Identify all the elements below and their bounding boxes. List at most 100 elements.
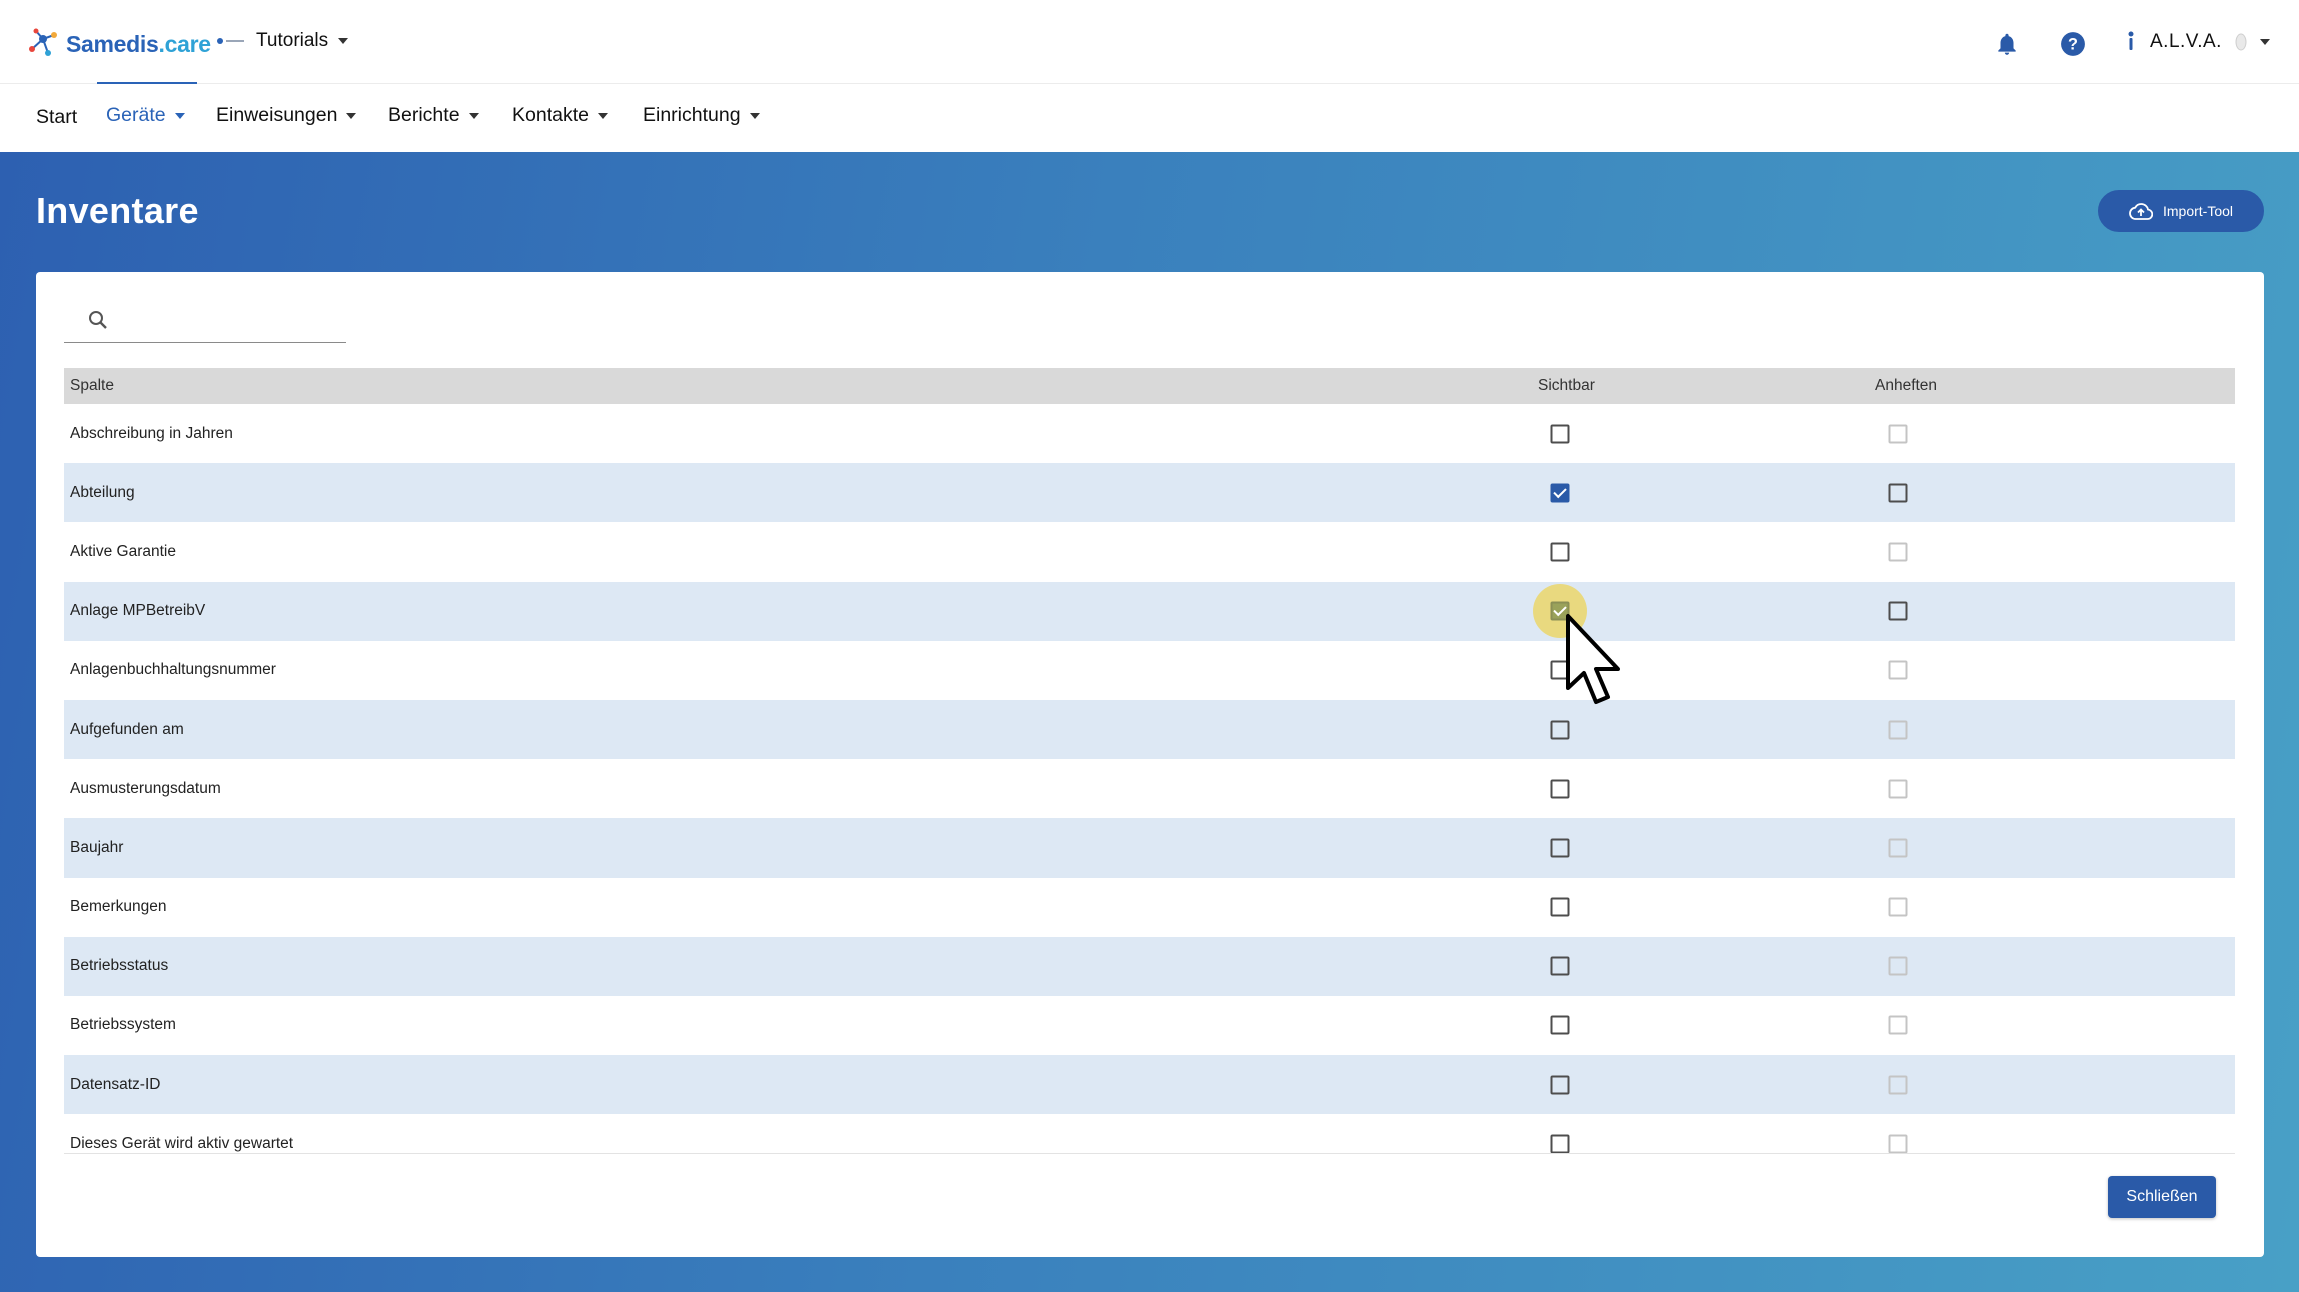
column-name: Abteilung [70,483,135,501]
pin-checkbox [1888,838,1908,858]
svg-text:?: ? [2068,35,2078,53]
visible-checkbox[interactable] [1550,542,1570,562]
pin-checkbox[interactable] [1888,483,1908,503]
user-name: A.L.V.A. [2150,31,2222,52]
user-menu[interactable]: A.L.V.A. [2124,30,2270,54]
search-input[interactable] [120,305,340,337]
bell-icon[interactable] [1994,31,2020,57]
import-tool-label: Import-Tool [2162,203,2234,219]
pin-checkbox [1888,424,1908,444]
tenant-logo-icon [217,38,244,44]
table-body: Abschreibung in Jahren Abteilung Aktive Ga… [64,404,2235,1153]
table-row: Anlagenbuchhaltungsnummer [64,641,2235,700]
visible-checkbox[interactable] [1550,838,1570,858]
header-column: Spalte [70,377,114,394]
table-row: Abschreibung in Jahren [64,404,2235,463]
nav-item-einweisungen[interactable]: Einweisungen [216,104,357,127]
nav-label: Berichte [388,104,460,126]
tenant-selector[interactable]: Tutorials [216,30,349,52]
pin-checkbox [1888,1015,1908,1035]
chevron-down-icon [2259,39,2270,45]
header-visible: Sichtbar [1538,377,1595,394]
column-name: Abschreibung in Jahren [70,424,233,442]
main-nav: Start Geräte Einweisungen Berichte Konta… [0,84,2299,152]
nav-label: Einrichtung [643,104,741,126]
tenant-name: Tutorials [256,30,329,51]
chevron-down-icon [346,112,357,119]
close-button-label: Schließen [2126,1188,2198,1205]
nav-item-kontakte[interactable]: Kontakte [512,104,608,127]
visible-checkbox[interactable] [1550,897,1570,917]
help-icon[interactable]: ? [2060,31,2086,57]
column-settings-dialog: Spalte Sichtbar Anheften Abschreibung in… [36,272,2264,1257]
user-badge-icon [2235,33,2247,51]
pin-checkbox [1888,1134,1908,1153]
search-icon [89,311,107,329]
table-row: Baujahr [64,818,2235,878]
table-row: Ausmusterungsdatum [64,759,2235,818]
visible-checkbox[interactable] [1550,779,1570,799]
samedis-logo[interactable]: Samedis.care [26,26,211,62]
page-title: Inventare [36,190,199,231]
logo-mark-icon [29,28,57,56]
columns-table: Spalte Sichtbar Anheften Abschreibung in… [64,368,2235,1154]
pin-checkbox [1888,779,1908,799]
header-pin: Anheften [1875,377,1938,394]
visible-checkbox[interactable] [1550,483,1570,503]
column-name: Baujahr [70,838,124,856]
import-tool-button[interactable]: Import-Tool [2098,190,2264,232]
chevron-down-icon [338,38,349,44]
column-name: Bemerkungen [70,898,167,916]
visible-checkbox[interactable] [1550,424,1570,444]
nav-item-start[interactable]: Start [36,106,77,129]
pin-checkbox [1888,1075,1908,1095]
nav-label: Geräte [106,104,166,126]
column-name: Anlage MPBetreibV [70,602,206,620]
table-row: Bemerkungen [64,878,2235,937]
pin-checkbox [1888,660,1908,680]
column-name: Datensatz-ID [70,1075,161,1093]
nav-item-einrichtung[interactable]: Einrichtung [643,104,760,127]
nav-label: Einweisungen [216,104,338,126]
pin-checkbox [1888,956,1908,976]
search-field [64,299,346,343]
visible-checkbox[interactable] [1550,601,1570,621]
visible-checkbox[interactable] [1550,660,1570,680]
logo-text: Samedis.care [66,30,211,57]
cloud-upload-icon [2129,203,2153,220]
table-row: Datensatz-ID [64,1055,2235,1115]
chevron-down-icon [468,112,479,119]
table-row: Dieses Gerät wird aktiv gewartet [64,1114,2235,1153]
table-header: Spalte Sichtbar Anheften [64,368,2235,404]
close-button[interactable]: Schließen [2108,1176,2216,1218]
column-name: Aktive Garantie [70,542,176,560]
column-name: Dieses Gerät wird aktiv gewartet [70,1134,294,1152]
pin-checkbox [1888,897,1908,917]
visible-checkbox[interactable] [1550,1015,1570,1035]
table-row: Aktive Garantie [64,522,2235,581]
visible-checkbox[interactable] [1550,1075,1570,1095]
pin-checkbox [1888,720,1908,740]
user-avatar-icon [2128,31,2134,50]
column-name: Aufgefunden am [70,720,184,738]
chevron-down-icon [749,112,760,119]
visible-checkbox[interactable] [1550,720,1570,740]
active-nav-indicator [97,82,197,84]
column-name: Anlagenbuchhaltungsnummer [70,661,276,679]
column-name: Betriebssystem [70,1016,176,1034]
nav-item-geraete[interactable]: Geräte [106,104,185,127]
pin-checkbox[interactable] [1888,601,1908,621]
chevron-down-icon [597,112,608,119]
column-name: Betriebsstatus [70,957,169,975]
visible-checkbox[interactable] [1550,956,1570,976]
table-row: Anlage MPBetreibV [64,581,2235,641]
top-header: Samedis.care Tutorials ? A.L.V.A. [0,0,2299,84]
table-row: Betriebsstatus [64,936,2235,996]
nav-label: Kontakte [512,104,589,126]
nav-item-berichte[interactable]: Berichte [388,104,479,127]
table-row: Abteilung [64,463,2235,523]
column-name: Ausmusterungsdatum [70,779,221,797]
visible-checkbox[interactable] [1550,1134,1570,1153]
table-row: Aufgefunden am [64,699,2235,760]
chevron-down-icon [174,112,185,119]
